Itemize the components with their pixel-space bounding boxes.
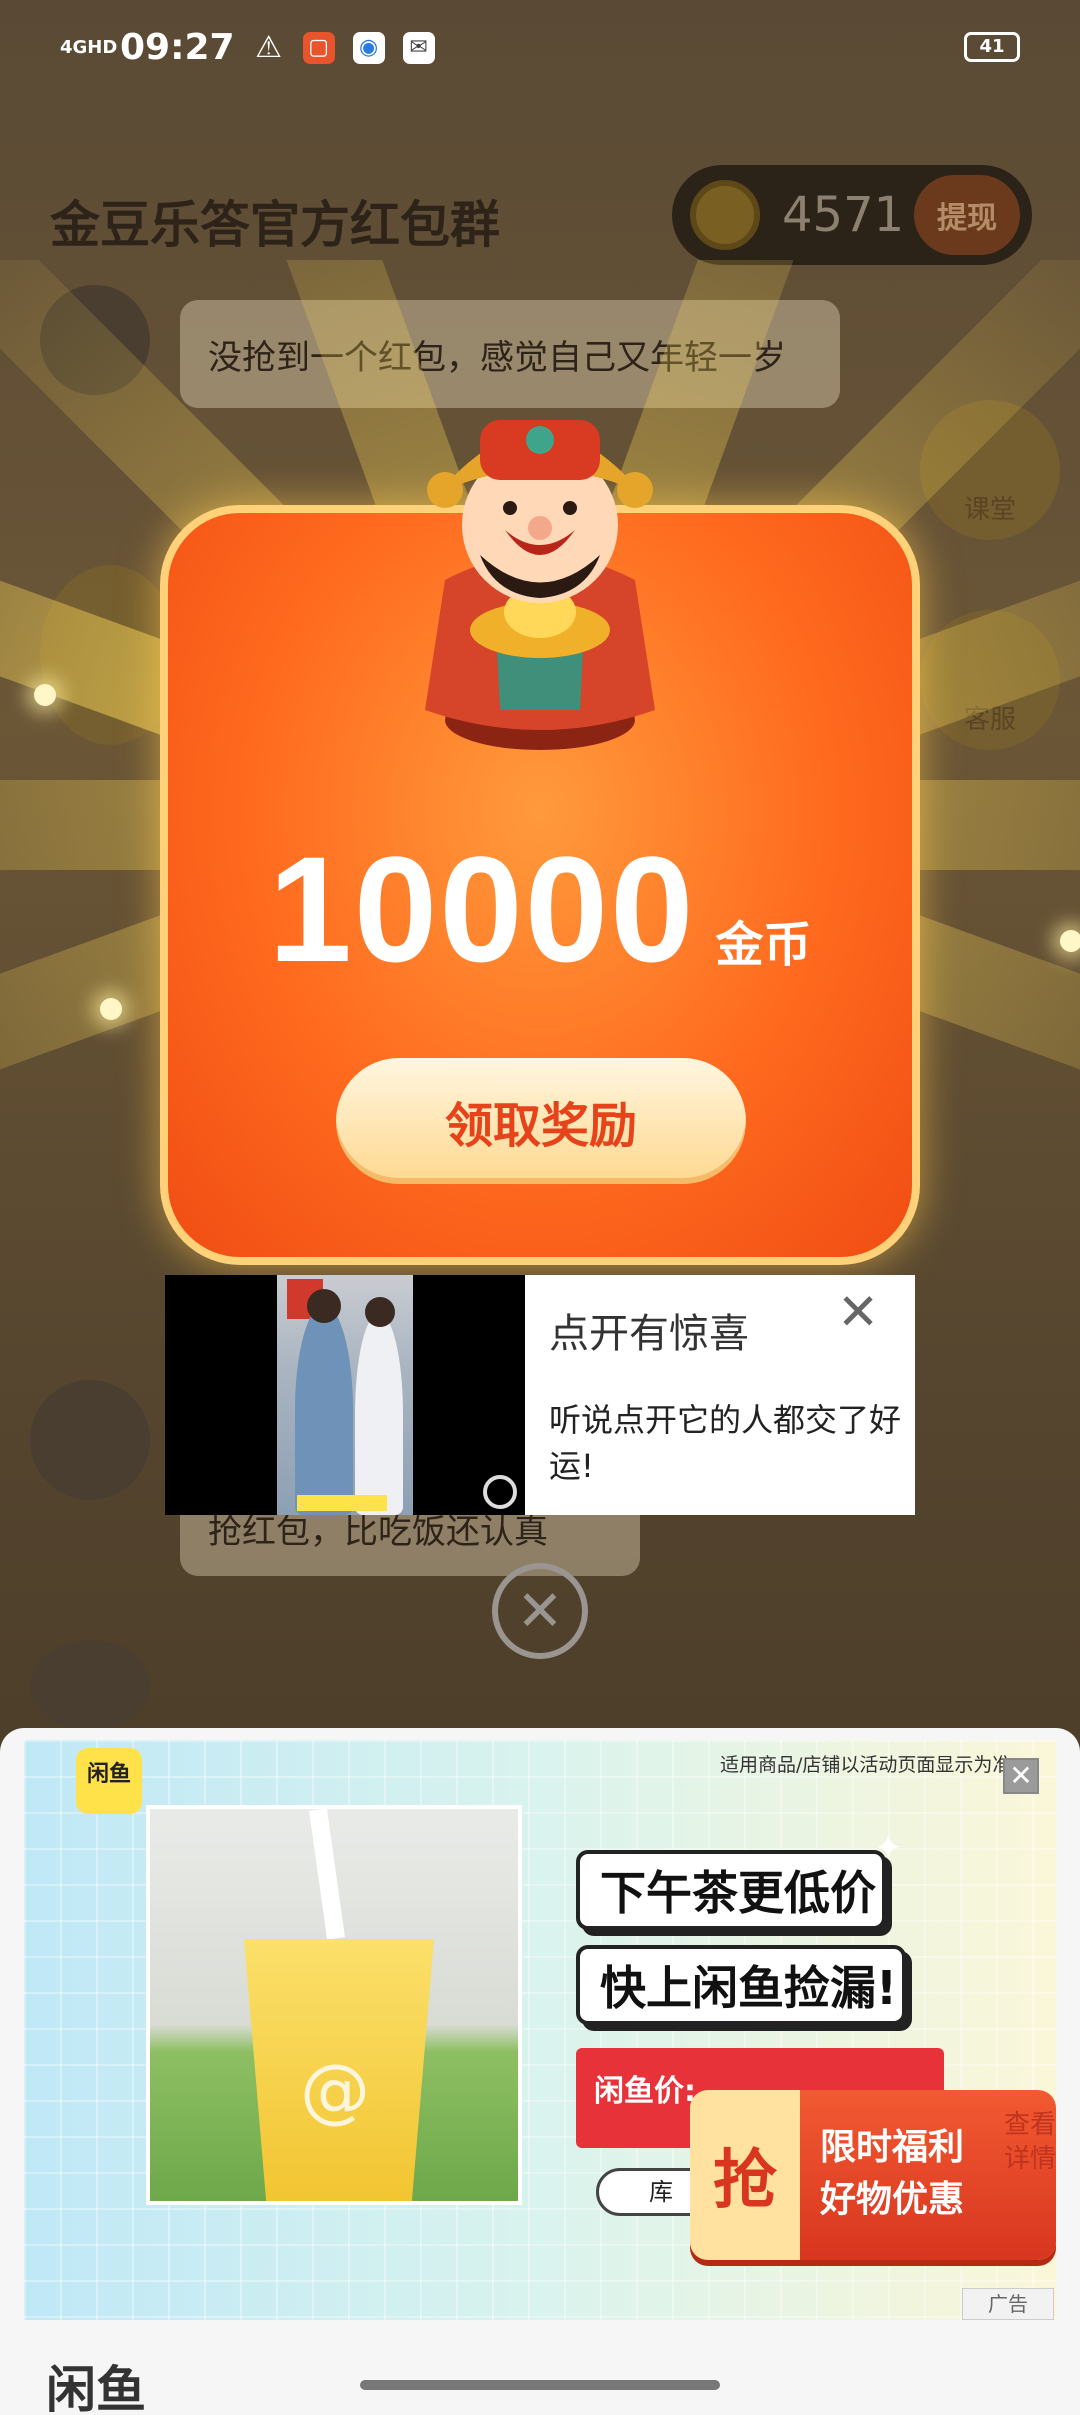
withdraw-button: 提现 — [914, 175, 1020, 255]
reward-unit: 金币 — [715, 917, 812, 973]
ad-source-icon — [483, 1475, 517, 1509]
video-ad[interactable]: 点开有惊喜 听说点开它的人都交了好运! ✕ — [165, 1275, 915, 1515]
status-time: 09:27 — [120, 27, 235, 68]
view-details-link[interactable]: 查看详情 — [1004, 2108, 1056, 2176]
stock-label: 库 — [649, 2178, 673, 2206]
banner-disclaimer: 适用商品/店铺以活动页面显示为准 — [720, 1754, 1012, 1776]
avatar — [30, 1640, 150, 1730]
slogan-tag: 下午茶更低价 — [576, 1850, 886, 1930]
video-thumbnail — [277, 1275, 413, 1515]
video-ad-text[interactable]: 点开有惊喜 听说点开它的人都交了好运! ✕ — [525, 1275, 915, 1515]
reward-amount: 10000 — [268, 825, 696, 993]
promo-text: 限时福利 好物优惠 — [820, 2122, 964, 2226]
network-indicator: 4GHD — [60, 36, 118, 58]
promo-line: 好物优惠 — [820, 2179, 965, 2220]
mascot-icon — [425, 420, 655, 750]
group-title: 金豆乐答官方红包群 — [50, 196, 500, 254]
reward-amount-row: 10000 金币 — [168, 823, 912, 996]
video-ad-description: 听说点开它的人都交了好运! — [549, 1401, 902, 1485]
ad-label: 广告 — [962, 2288, 1054, 2320]
brand-logo: 闲鱼 — [76, 1748, 142, 1814]
person-head — [307, 1289, 341, 1323]
video-player[interactable] — [165, 1275, 525, 1515]
promo-line: 限时福利 — [820, 2127, 965, 2168]
banner-close-icon[interactable]: ✕ — [1003, 1758, 1039, 1794]
battery-icon: 41 — [964, 32, 1020, 62]
person-figure — [295, 1305, 353, 1515]
price-label: 闲鱼价: — [594, 2074, 696, 2109]
app-notification-icon: ▢ — [302, 31, 335, 64]
claim-reward-button[interactable]: 领取奖励 — [336, 1058, 746, 1184]
person-head — [365, 1297, 395, 1327]
home-indicator[interactable] — [360, 2380, 720, 2390]
status-bar: 4GHD 09:27 ⚠ ▢ ◉ ✉ 41 — [0, 0, 1080, 95]
alert-icon: ⚠ — [255, 30, 283, 65]
video-caption — [297, 1495, 387, 1511]
promo-tag[interactable]: 抢 限时福利 好物优惠 — [690, 2090, 1056, 2260]
sparkle-icon — [34, 684, 56, 706]
product-image: @ — [146, 1805, 522, 2205]
sparkle-icon — [1060, 930, 1080, 952]
ad-label-text: 广告 — [988, 2292, 1028, 2316]
straw — [309, 1809, 345, 1940]
avatar — [30, 1380, 150, 1500]
coin-icon — [690, 180, 760, 250]
person-figure — [355, 1313, 403, 1515]
cup-logo-icon: @ — [300, 2049, 370, 2131]
popup-close-button[interactable]: ✕ — [492, 1563, 588, 1659]
video-ad-close-icon[interactable]: ✕ — [837, 1287, 879, 1337]
sparkle-icon — [100, 998, 122, 1020]
slogan-tag: 快上闲鱼捡漏! — [576, 1945, 906, 2025]
sheet-title: 闲鱼 — [46, 2361, 146, 2415]
chat-notification-icon: ◉ — [352, 31, 385, 64]
coin-balance-pill: 4571 提现 — [672, 165, 1032, 265]
slogan-text: 下午茶更低价 — [600, 1866, 876, 1920]
sparkle-icon: ✦ — [874, 1828, 903, 1868]
message-notification-icon: ✉ — [402, 31, 435, 64]
slogan-text: 快上闲鱼捡漏! — [600, 1961, 897, 2015]
grab-badge: 抢 — [690, 2090, 800, 2260]
coin-balance: 4571 — [782, 187, 905, 243]
